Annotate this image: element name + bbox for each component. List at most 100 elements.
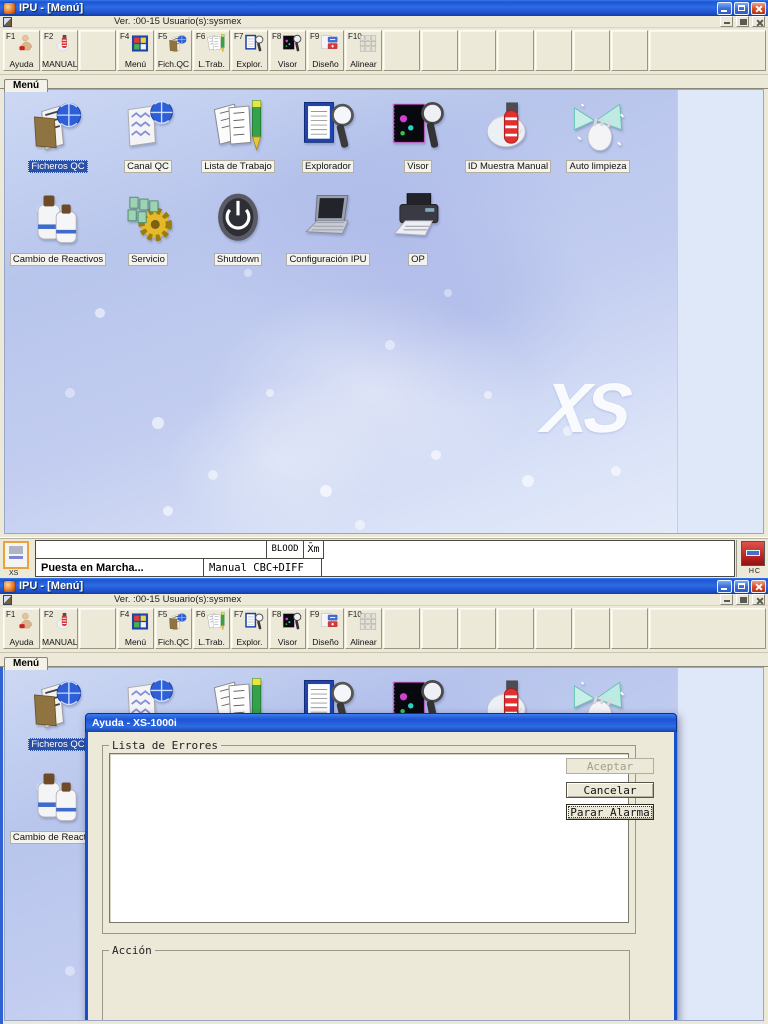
toolbar-button — [497, 30, 534, 71]
child-window-icon[interactable] — [3, 16, 12, 27]
menu-tile[interactable]: OP — [373, 189, 463, 281]
toolbar-button[interactable]: F6 L.Trab. — [193, 30, 230, 71]
toolbar-button-icon — [243, 611, 265, 632]
menu-tile-icon — [299, 96, 357, 156]
toolbar-fkey-label: F8 — [272, 32, 282, 41]
menu-tiles-row2: Cambio de Reactivos Servicio Shutdown Co… — [9, 189, 463, 281]
toolbar-button[interactable]: F1 Ayuda — [3, 30, 40, 71]
toolbar-button — [611, 608, 648, 649]
restore-button[interactable] — [734, 579, 749, 593]
toolbar-button-label: Fich.QC — [157, 59, 190, 69]
toolbar-button-icon — [167, 33, 189, 54]
menu-tile-label: Cambio de Reactivos — [9, 253, 107, 266]
toolbar-fkey-label: F7 — [234, 32, 244, 41]
toolbar-button-label: Menú — [124, 59, 147, 69]
toolbar-button-label: Alinear — [350, 59, 377, 69]
toolbar-button[interactable]: F7 Explor. — [231, 608, 268, 649]
menu-tile[interactable]: Servicio — [103, 189, 193, 281]
toolbar-button-icon — [205, 611, 227, 632]
toolbar-button-label: Ayuda — [9, 637, 34, 647]
toolbar-button-label: L.Trab. — [198, 637, 225, 647]
status-panel: BLOOD X̄m Puesta en Marcha... Manual CBC… — [35, 540, 735, 577]
analysis-mode-cell: Manual CBC+DIFF — [204, 559, 322, 577]
stop-alarm-button[interactable]: Parar Alarma — [566, 804, 654, 820]
toolbar-button[interactable]: F1 Ayuda — [3, 608, 40, 649]
toolbar-button[interactable]: F10 Alinear — [345, 30, 382, 71]
tab-menu[interactable]: Menú — [4, 657, 49, 670]
menu-tile[interactable]: Lista de Trabajo — [193, 96, 283, 188]
close-button[interactable] — [751, 579, 766, 593]
toolbar-button-icon — [129, 33, 151, 54]
toolbar-button[interactable]: F4 Menú — [117, 30, 154, 71]
toolbar-button[interactable]: F9 Diseño — [307, 608, 344, 649]
toolbar-button — [611, 30, 648, 71]
toolbar-button[interactable]: F8 Visor — [269, 30, 306, 71]
toolbar-button — [421, 608, 458, 649]
toolbar-button[interactable]: F10 Alinear — [345, 608, 382, 649]
restore-button[interactable] — [734, 1, 749, 15]
toolbar-button — [79, 30, 116, 71]
cancel-button[interactable]: Cancelar — [566, 782, 654, 798]
menu-tile[interactable]: Configuración IPU — [283, 189, 373, 281]
toolbar-button-icon — [357, 611, 379, 632]
toolbar-button-label: Diseño — [312, 59, 339, 69]
toolbar-button-icon — [281, 33, 303, 54]
menu-tile[interactable]: Explorador — [283, 96, 373, 188]
minimize-button[interactable] — [717, 1, 732, 15]
app-icon[interactable] — [4, 580, 15, 592]
menu-tile[interactable]: Auto limpieza — [553, 96, 643, 188]
error-listbox[interactable] — [109, 753, 629, 923]
mode-symbol-cell: X̄m — [304, 541, 324, 559]
menu-tile[interactable]: ID Muestra Manual — [463, 96, 553, 188]
toolbar-button — [383, 30, 420, 71]
menu-tile[interactable]: Visor — [373, 96, 463, 188]
menu-tile[interactable]: Shutdown — [193, 189, 283, 281]
tab-menu[interactable]: Menú — [4, 79, 49, 92]
toolbar-buttons: F1 Ayuda F2 MANUAL F4 Menú F5 Fich.QC F6… — [3, 608, 649, 649]
menu-tile-label: Explorador — [302, 160, 354, 173]
toolbar-button[interactable]: F2 MANUAL — [41, 608, 78, 649]
toolbar-button[interactable]: F5 Fich.QC — [155, 608, 192, 649]
toolbar-button — [573, 30, 610, 71]
toolbar-fkey-label: F8 — [272, 610, 282, 619]
analyzer-hc-icon[interactable] — [741, 541, 765, 566]
menu-tile[interactable]: Ficheros QC — [13, 96, 103, 188]
toolbar-button-icon — [15, 611, 37, 632]
menu-tile[interactable]: Cambio de Reactivos — [9, 189, 107, 281]
toolbar-button[interactable]: F7 Explor. — [231, 30, 268, 71]
toolbar-button[interactable]: F8 Visor — [269, 608, 306, 649]
toolbar-button-label: Visor — [277, 59, 298, 69]
status-separator — [736, 540, 737, 577]
menu-tile[interactable]: Canal QC — [103, 96, 193, 188]
toolbar-button[interactable]: F2 MANUAL — [41, 30, 78, 71]
child-restore-button[interactable] — [736, 16, 749, 27]
toolbar-button-label: MANUAL — [42, 637, 77, 647]
version-user-label: Ver. :00-15 Usuario(s):sysmex — [114, 594, 242, 605]
child-minimize-button[interactable] — [720, 594, 733, 605]
toolbar-button-label: Visor — [277, 637, 298, 647]
error-list-group-label: Lista de Errores — [112, 739, 218, 752]
analyzer-xs-icon[interactable] — [3, 541, 29, 569]
child-window-icon[interactable] — [3, 594, 12, 605]
toolbar-button — [421, 30, 458, 71]
minimize-button[interactable] — [717, 579, 732, 593]
menu-tile-label: Lista de Trabajo — [201, 160, 275, 173]
child-close-button[interactable] — [752, 594, 765, 605]
child-restore-button[interactable] — [736, 594, 749, 605]
menu-tile-icon — [29, 674, 87, 734]
sample-type-cell: BLOOD — [266, 541, 304, 559]
app-icon[interactable] — [4, 2, 15, 14]
child-close-button[interactable] — [752, 16, 765, 27]
toolbar-button[interactable]: F6 L.Trab. — [193, 608, 230, 649]
toolbar-button[interactable]: F4 Menú — [117, 608, 154, 649]
toolbar-button-icon — [357, 33, 379, 54]
toolbar-button[interactable]: F9 Diseño — [307, 30, 344, 71]
child-minimize-button[interactable] — [720, 16, 733, 27]
toolbar-fkey-label: F5 — [158, 32, 168, 41]
toolbar-button[interactable]: F5 Fich.QC — [155, 30, 192, 71]
child-window-controls — [720, 594, 765, 605]
menu-tile-icon — [389, 96, 447, 156]
tab-bar: Menú — [0, 653, 768, 670]
toolbar-spacer — [649, 30, 766, 71]
close-button[interactable] — [751, 1, 766, 15]
